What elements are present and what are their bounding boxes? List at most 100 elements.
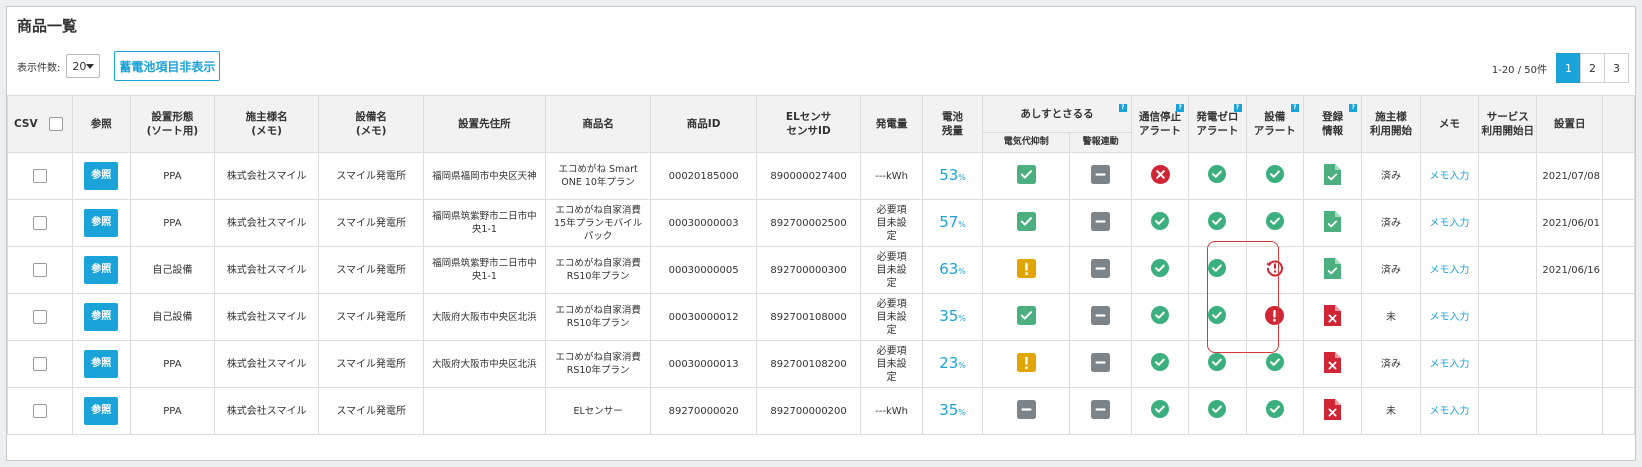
ref-button[interactable]: 参照 [84, 209, 119, 237]
product-header[interactable]: 商品名 [544, 95, 652, 153]
battery-unit: % [958, 407, 966, 417]
generation-header[interactable]: 発電量 [860, 95, 923, 153]
ashisuto-header-label: あしすとさるる [1020, 107, 1094, 120]
row-checkbox[interactable] [32, 216, 47, 230]
document-x-icon [1324, 304, 1342, 330]
battery-header[interactable]: 電池 残量 [921, 95, 984, 153]
owner-cell: 株式会社スマイル [213, 152, 320, 200]
generation-cell: ---kWh [860, 387, 923, 435]
comm-alert-cell [1130, 246, 1190, 294]
row-checkbox[interactable] [32, 404, 47, 418]
service-start-cell [1478, 199, 1538, 247]
generation-cell: ---kWh [860, 152, 923, 200]
page-1-button[interactable]: 1 [1556, 53, 1581, 83]
generation-cell: 必要項目未設定 [860, 199, 923, 247]
memo-link[interactable]: メモ入力 [1429, 218, 1469, 229]
help-icon[interactable]: ? [1118, 104, 1127, 112]
ref-button[interactable]: 参照 [84, 397, 119, 425]
battery-cell: 35% [921, 387, 984, 435]
address-header[interactable]: 設置先住所 [422, 95, 546, 153]
warning-square-icon [1016, 352, 1036, 376]
owner-start-cell: 済み [1361, 246, 1421, 294]
page-3-button[interactable]: 3 [1604, 53, 1629, 83]
battery-cell: 63% [921, 246, 984, 294]
owner-start-cell: 未 [1361, 293, 1421, 341]
row-checkbox-cell [7, 199, 73, 247]
ok-circle-icon [1208, 165, 1227, 187]
error-circle-icon [1150, 164, 1170, 188]
table-row: 参照 自己設備 株式会社スマイル スマイル発電所 大阪府大阪市中央区北浜 エコめがね自家消… [7, 293, 1635, 341]
ashisuto-electricity-cell [982, 387, 1071, 435]
address-cell: 福岡県筑紫野市二日市中央1-1 [422, 246, 546, 294]
registration-header-label: 登録 情報 [1322, 111, 1344, 137]
help-icon[interactable]: ? [1349, 104, 1358, 112]
help-icon[interactable]: ? [1290, 104, 1299, 112]
facility-header[interactable]: 設備名 (メモ) [318, 95, 424, 153]
facility-cell: スマイル発電所 [318, 152, 424, 200]
ashisuto-sub-header-electricity: 電気代抑制 [982, 131, 1071, 154]
service-start-header[interactable]: サービス 利用開始日 [1478, 95, 1538, 153]
type-header[interactable]: 設置形態 (ソート用) [129, 95, 215, 153]
memo-link[interactable]: メモ入力 [1429, 406, 1469, 417]
product-cell: エコめがね自家消費15年プランモバイルパック [544, 199, 652, 247]
ok-circle-icon [1151, 353, 1169, 375]
check-square-icon [1016, 164, 1036, 188]
extra-column-cell [1602, 246, 1635, 294]
extra-column-cell [1602, 199, 1635, 247]
result-count: 1-20 / 50件 [1491, 64, 1547, 76]
equip-alert-cell [1245, 293, 1304, 341]
ref-button[interactable]: 参照 [84, 162, 119, 190]
owner-start-header[interactable]: 施主様 利用開始 [1361, 95, 1421, 153]
registration-header: 登録 情報 ? [1302, 95, 1363, 153]
ref-button[interactable]: 参照 [84, 256, 119, 284]
sensor-id-cell: 892700108000 [755, 293, 862, 341]
ref-cell: 参照 [71, 387, 131, 435]
ref-button[interactable]: 参照 [84, 350, 119, 378]
chevron-down-icon [86, 63, 95, 69]
product-id-header[interactable]: 商品ID [650, 95, 757, 153]
per-page-select[interactable]: 20 [66, 54, 101, 78]
sensor-id-header[interactable]: ELセンサ センサID [755, 95, 862, 153]
product-cell: エコめがね Smart ONE 10年プラン [544, 152, 652, 200]
registration-cell [1302, 387, 1363, 435]
install-date-cell: 2021/06/16 [1536, 246, 1604, 294]
row-checkbox[interactable] [32, 263, 47, 277]
row-checkbox[interactable] [32, 357, 47, 371]
extra-column-cell [1602, 293, 1635, 341]
memo-link[interactable]: メモ入力 [1429, 359, 1469, 370]
product-cell: エコめがね自家消費RS10年プラン [544, 246, 652, 294]
extra-column-header [1602, 95, 1635, 153]
equip-alert-header: 設備 アラート ? [1245, 95, 1304, 153]
registration-cell [1302, 152, 1363, 200]
ref-button[interactable]: 参照 [84, 303, 119, 331]
row-checkbox-cell [7, 152, 73, 200]
product-id-cell: 89270000020 [650, 387, 757, 435]
row-checkbox-cell [7, 387, 73, 435]
owner-header[interactable]: 施主様名 (メモ) [213, 95, 320, 153]
document-check-icon [1324, 210, 1342, 236]
help-icon[interactable]: ? [1176, 104, 1185, 112]
product-id-cell: 00030000005 [650, 246, 757, 294]
help-icon[interactable]: ? [1233, 104, 1242, 112]
comm-alert-cell [1130, 293, 1190, 341]
memo-link[interactable]: メモ入力 [1429, 312, 1469, 323]
memo-link[interactable]: メモ入力 [1429, 265, 1469, 276]
page-2-button[interactable]: 2 [1580, 53, 1605, 83]
ashisuto-alarm-cell [1069, 152, 1132, 200]
install-date-header[interactable]: 設置日 [1536, 95, 1604, 153]
hide-battery-columns-button[interactable]: 蓄電池項目非表示 [114, 51, 221, 81]
minus-square-icon [1091, 211, 1111, 235]
document-check-icon [1324, 163, 1342, 189]
owner-cell: 株式会社スマイル [213, 199, 320, 247]
comm-alert-header: 通信停止 アラート ? [1130, 95, 1190, 153]
install-date-cell [1536, 340, 1604, 388]
registration-cell [1302, 246, 1363, 294]
memo-link[interactable]: メモ入力 [1429, 171, 1469, 182]
select-all-checkbox[interactable] [49, 117, 64, 131]
row-checkbox[interactable] [32, 310, 47, 324]
ok-circle-icon [1265, 400, 1284, 422]
row-checkbox[interactable] [32, 169, 47, 183]
ok-circle-icon [1151, 259, 1169, 281]
comm-alert-header-label: 通信停止 アラート [1139, 111, 1181, 137]
document-x-icon [1324, 351, 1342, 377]
